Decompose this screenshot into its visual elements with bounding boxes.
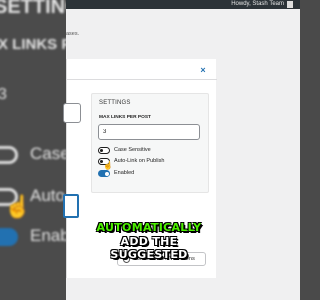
max-links-label: MAX LINKS PER POST xyxy=(99,115,151,120)
avatar[interactable] xyxy=(287,1,293,8)
bg-toggle-enabled xyxy=(0,228,18,246)
auto-link-label: Auto-Link on Publish xyxy=(114,158,165,164)
bg-settings-heading: SETTINGS xyxy=(0,0,66,18)
bg-max-links-label: X LINKS P xyxy=(0,36,66,53)
enabled-toggle[interactable] xyxy=(98,170,110,177)
background-zoom-panel: SETTINGS X LINKS P 3 Case Auto ☝ Enab xyxy=(0,0,66,300)
variations-textarea[interactable] xyxy=(63,194,79,218)
bg-toggle-case xyxy=(0,146,18,164)
bg-auto-label: Auto xyxy=(30,186,65,205)
bg-enabled-label: Enab xyxy=(30,226,66,245)
case-sensitive-label: Case Sensitive xyxy=(114,147,151,153)
settings-panel: SETTINGS MAX LINKS PER POST Case Sensiti… xyxy=(91,93,209,193)
caption-line-1: AUTOMATICALLY xyxy=(96,221,202,234)
hand-cursor-icon: ☝ xyxy=(103,161,113,170)
caption-line-3: SUGGESTED xyxy=(110,248,188,261)
caption-line-2: ADD THE xyxy=(120,235,178,248)
modal-header-divider xyxy=(67,79,217,80)
settings-title: SETTINGS xyxy=(99,100,131,106)
page-description: ases. xyxy=(66,31,80,37)
keyword-input[interactable] xyxy=(63,103,81,123)
max-links-input[interactable] xyxy=(98,124,200,140)
admin-bar: Howdy, Stash Team xyxy=(66,0,300,9)
case-sensitive-toggle[interactable] xyxy=(98,147,110,154)
bg-hand-cursor-icon: ☝ xyxy=(4,194,32,219)
bg-value: 3 xyxy=(0,86,7,103)
enabled-label: Enabled xyxy=(114,170,135,176)
bg-case-label: Case xyxy=(30,144,66,163)
close-icon[interactable]: × xyxy=(198,65,208,75)
howdy-user-link[interactable]: Howdy, Stash Team xyxy=(231,0,284,9)
